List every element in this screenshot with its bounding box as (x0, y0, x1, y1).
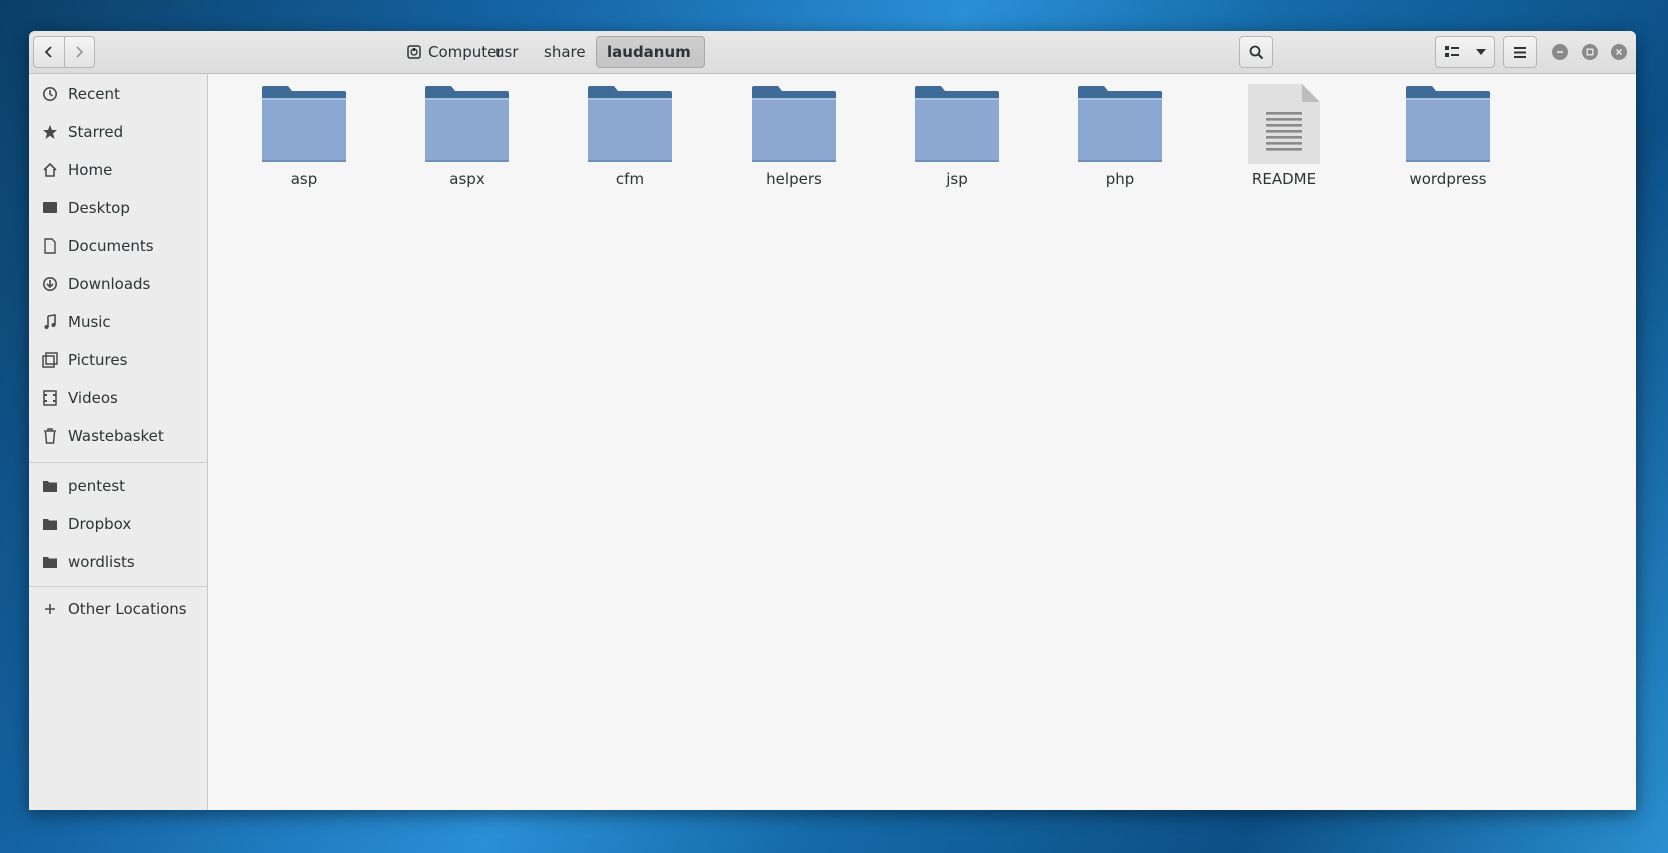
folder-item-helpers[interactable]: helpers (734, 84, 854, 204)
folder-icon (915, 86, 999, 162)
folder-item-jsp[interactable]: jsp (897, 84, 1017, 204)
sidebar-item-pictures[interactable]: Pictures (29, 343, 207, 377)
sidebar-divider (29, 586, 207, 587)
maximize-button[interactable] (1582, 44, 1598, 60)
minimize-button[interactable] (1552, 44, 1568, 60)
close-button[interactable] (1611, 44, 1627, 60)
sidebar-item-documents[interactable]: Documents (29, 229, 207, 263)
file-grid: asp aspx cfm helpers jsp php README word… (208, 74, 1636, 810)
sidebar-item-label: Documents (68, 237, 154, 255)
sidebar-item-label: Home (68, 161, 113, 179)
chevron-right-icon (76, 46, 84, 58)
folder-item-aspx[interactable]: aspx (407, 84, 527, 204)
view-options-button[interactable] (1435, 36, 1495, 68)
folder-icon (752, 86, 836, 162)
sidebar-item-recent[interactable]: Recent (29, 77, 207, 111)
search-icon (1249, 45, 1263, 59)
folder-item-cfm[interactable]: cfm (570, 84, 690, 204)
folder-icon (42, 516, 58, 532)
file-name: README (1251, 170, 1317, 188)
breadcrumb-label: usr (495, 43, 519, 61)
sidebar-item-label: Dropbox (68, 515, 132, 533)
text-file-icon (1248, 84, 1320, 164)
close-icon (1615, 48, 1623, 56)
desktop-icon (42, 200, 58, 216)
plus-icon (42, 601, 58, 617)
folder-icon (425, 86, 509, 162)
sidebar-item-label: Wastebasket (68, 427, 164, 445)
breadcrumb-laudanum[interactable]: laudanum (596, 36, 705, 68)
hamburger-icon (1514, 46, 1526, 58)
sidebar-item-label: wordlists (68, 553, 135, 571)
breadcrumb-label: share (544, 43, 586, 61)
caret-down-icon (1475, 49, 1486, 55)
sidebar-item-home[interactable]: Home (29, 153, 207, 187)
file-name: helpers (766, 170, 822, 188)
folder-icon (1406, 86, 1490, 162)
file-name: jsp (946, 170, 968, 188)
file-item-readme[interactable]: README (1224, 84, 1344, 204)
sidebar-item-dropbox[interactable]: Dropbox (29, 507, 207, 541)
sidebar-item-wordlists[interactable]: wordlists (29, 545, 207, 579)
file-name: wordpress (1409, 170, 1487, 188)
sidebar-item-label: Music (68, 313, 111, 331)
sidebar: Recent Starred Home Desktop Documents Do… (29, 74, 208, 810)
sidebar-item-wastebasket[interactable]: Wastebasket (29, 419, 207, 453)
sidebar-item-starred[interactable]: Starred (29, 115, 207, 149)
sidebar-item-label: Downloads (68, 275, 151, 293)
clock-icon (42, 86, 58, 102)
music-icon (42, 314, 58, 330)
document-icon (42, 238, 58, 254)
sidebar-item-label: Recent (68, 85, 120, 103)
list-view-icon (1444, 46, 1459, 57)
file-name: asp (290, 170, 318, 188)
folder-icon (42, 478, 58, 494)
folder-icon (262, 86, 346, 162)
sidebar-item-label: Starred (68, 123, 124, 141)
chevron-left-icon (44, 46, 52, 58)
download-icon (42, 276, 58, 292)
sidebar-item-label: Desktop (68, 199, 130, 217)
folder-icon (42, 554, 58, 570)
sidebar-item-label: Pictures (68, 351, 128, 369)
sidebar-item-label: Videos (68, 389, 118, 407)
breadcrumb-share[interactable]: share (534, 36, 596, 68)
minimize-icon (1557, 51, 1563, 53)
sidebar-divider (29, 462, 207, 463)
home-icon (42, 162, 58, 178)
sidebar-item-other-locations[interactable]: Other Locations (29, 592, 207, 626)
maximize-icon (1586, 48, 1594, 56)
file-name: aspx (449, 170, 485, 188)
sidebar-item-pentest[interactable]: pentest (29, 469, 207, 503)
folder-icon (1078, 86, 1162, 162)
sidebar-item-label: pentest (68, 477, 126, 495)
sidebar-item-label: Other Locations (68, 600, 187, 618)
file-manager-window: Computer usr share laudanum Recent Starr… (29, 31, 1636, 810)
sidebar-item-music[interactable]: Music (29, 305, 207, 339)
search-button[interactable] (1239, 36, 1273, 68)
trash-icon (42, 428, 58, 444)
menu-button[interactable] (1503, 36, 1537, 68)
sidebar-item-downloads[interactable]: Downloads (29, 267, 207, 301)
breadcrumb-label: laudanum (607, 43, 691, 61)
breadcrumb-usr[interactable]: usr (485, 36, 529, 68)
sidebar-item-desktop[interactable]: Desktop (29, 191, 207, 225)
drive-icon (407, 45, 421, 59)
navigation-buttons (33, 36, 95, 68)
star-icon (42, 124, 58, 140)
video-icon (42, 390, 58, 406)
back-button[interactable] (33, 36, 65, 68)
forward-button[interactable] (64, 36, 95, 68)
picture-icon (42, 352, 58, 368)
folder-icon (588, 86, 672, 162)
file-name: cfm (615, 170, 645, 188)
sidebar-item-videos[interactable]: Videos (29, 381, 207, 415)
folder-item-php[interactable]: php (1060, 84, 1180, 204)
folder-item-wordpress[interactable]: wordpress (1388, 84, 1508, 204)
folder-item-asp[interactable]: asp (244, 84, 364, 204)
file-name: php (1105, 170, 1135, 188)
header-bar: Computer usr share laudanum (29, 31, 1636, 74)
